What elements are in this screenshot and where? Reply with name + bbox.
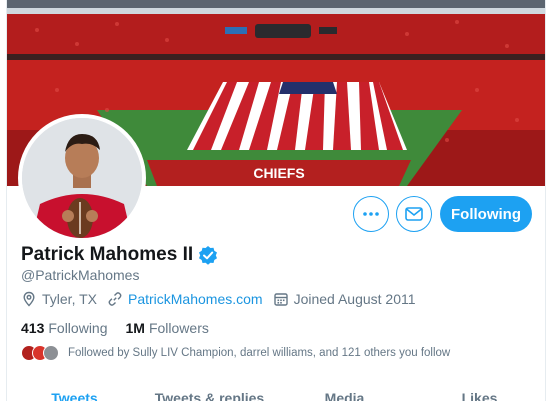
tab-tweets[interactable]: Tweets — [7, 383, 142, 401]
following-button[interactable]: Following — [440, 196, 532, 232]
tab-likes[interactable]: Likes — [412, 383, 545, 401]
following-label: Following — [48, 320, 108, 336]
location: Tyler, TX — [21, 291, 97, 307]
message-button[interactable] — [396, 196, 432, 232]
join-date: Joined August 2011 — [273, 291, 416, 307]
profile-page: CHIEFS Following Patrick Mahomes II @Pat… — [6, 0, 546, 401]
tab-tweets-replies[interactable]: Tweets & replies — [142, 383, 277, 401]
profile-tabs: Tweets Tweets & replies Media Likes — [7, 383, 545, 401]
profile-meta: Tyler, TX PatrickMahomes.com Joined Augu… — [21, 291, 426, 307]
profile-avatar[interactable] — [18, 114, 146, 242]
following-count: 413 — [21, 320, 45, 336]
website-link[interactable]: PatrickMahomes.com — [128, 291, 263, 307]
join-date-text: Joined August 2011 — [293, 291, 416, 307]
envelope-icon — [405, 207, 423, 221]
link-icon — [108, 292, 122, 306]
more-icon — [363, 212, 379, 216]
user-handle: @PatrickMahomes — [21, 267, 140, 283]
follow-stats: 413 Following 1M Followers — [21, 320, 227, 336]
verified-badge-icon — [199, 246, 218, 265]
avatar-photo — [22, 118, 142, 238]
more-options-button[interactable] — [353, 196, 389, 232]
website: PatrickMahomes.com — [107, 291, 263, 307]
follower-avatars — [21, 345, 59, 361]
followed-by-text: Followed by Sully LIV Champion, darrel w… — [68, 347, 451, 359]
followers-count: 1M — [125, 320, 145, 336]
following-stat[interactable]: 413 Following — [21, 320, 108, 336]
location-text: Tyler, TX — [42, 291, 97, 307]
display-name: Patrick Mahomes II — [21, 244, 194, 265]
avatar — [43, 345, 59, 361]
name-row: Patrick Mahomes II — [21, 244, 218, 266]
followed-by[interactable]: Followed by Sully LIV Champion, darrel w… — [21, 345, 450, 361]
location-pin-icon — [23, 291, 35, 307]
tab-media[interactable]: Media — [277, 383, 412, 401]
calendar-icon — [273, 293, 288, 306]
followers-label: Followers — [148, 320, 209, 336]
followers-stat[interactable]: 1M Followers — [126, 320, 209, 336]
end-zone-text: CHIEFS — [253, 165, 304, 181]
